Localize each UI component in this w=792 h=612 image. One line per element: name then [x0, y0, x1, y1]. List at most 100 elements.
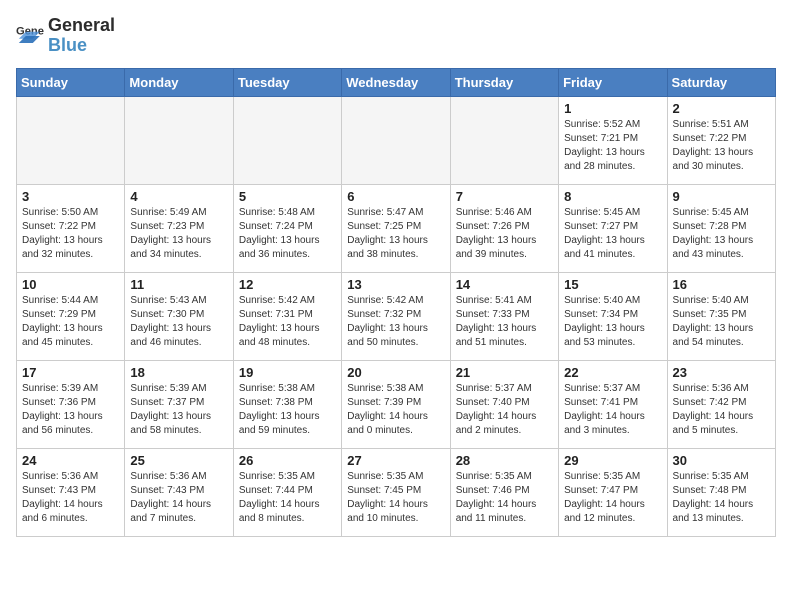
- calendar-cell: 24 Sunrise: 5:36 AMSunset: 7:43 PMDayligh…: [17, 448, 125, 536]
- day-number: 29: [564, 453, 661, 468]
- calendar-cell: 6 Sunrise: 5:47 AMSunset: 7:25 PMDaylight…: [342, 184, 450, 272]
- weekday-header-sunday: Sunday: [17, 68, 125, 96]
- calendar-cell: 22 Sunrise: 5:37 AMSunset: 7:41 PMDayligh…: [559, 360, 667, 448]
- calendar-cell: 7Sunrise: 5:46 AMSunset: 7:26 PMDaylight…: [450, 184, 558, 272]
- calendar-cell: 5 Sunrise: 5:48 AMSunset: 7:24 PMDaylight…: [233, 184, 341, 272]
- day-number: 3: [22, 189, 119, 204]
- day-info: Sunrise: 5:39 AMSunset: 7:37 PMDaylight:…: [130, 382, 227, 438]
- day-info: Sunrise: 5:48 AMSunset: 7:24 PMDaylight:…: [239, 206, 336, 262]
- calendar-cell: 14 Sunrise: 5:41 AMSunset: 7:33 PMDayligh…: [450, 272, 558, 360]
- calendar-cell: 17Sunrise: 5:39 AMSunset: 7:36 PMDayligh…: [17, 360, 125, 448]
- calendar-cell: [450, 96, 558, 184]
- calendar-cell: [17, 96, 125, 184]
- day-number: 15: [564, 277, 661, 292]
- day-info: Sunrise: 5:42 AMSunset: 7:32 PMDaylight:…: [347, 294, 444, 350]
- calendar-cell: 1 Sunrise: 5:52 AMSunset: 7:21 PMDaylight…: [559, 96, 667, 184]
- week-row-2: 3Sunrise: 5:50 AMSunset: 7:22 PMDaylight…: [17, 184, 776, 272]
- day-info: Sunrise: 5:51 AMSunset: 7:22 PMDaylight:…: [673, 118, 770, 174]
- logo-icon: General: [16, 22, 44, 50]
- calendar-cell: 16 Sunrise: 5:40 AMSunset: 7:35 PMDayligh…: [667, 272, 775, 360]
- calendar-cell: [233, 96, 341, 184]
- day-number: 5: [239, 189, 336, 204]
- day-info: Sunrise: 5:46 AMSunset: 7:26 PMDaylight:…: [456, 206, 553, 262]
- calendar-cell: 30 Sunrise: 5:35 AMSunset: 7:48 PMDayligh…: [667, 448, 775, 536]
- day-number: 22: [564, 365, 661, 380]
- calendar-cell: [342, 96, 450, 184]
- day-info: Sunrise: 5:36 AMSunset: 7:42 PMDaylight:…: [673, 382, 770, 438]
- day-number: 6: [347, 189, 444, 204]
- calendar-cell: 23Sunrise: 5:36 AMSunset: 7:42 PMDayligh…: [667, 360, 775, 448]
- week-row-1: 1 Sunrise: 5:52 AMSunset: 7:21 PMDaylight…: [17, 96, 776, 184]
- day-info: Sunrise: 5:47 AMSunset: 7:25 PMDaylight:…: [347, 206, 444, 262]
- day-number: 24: [22, 453, 119, 468]
- calendar-cell: 18 Sunrise: 5:39 AMSunset: 7:37 PMDayligh…: [125, 360, 233, 448]
- day-info: Sunrise: 5:40 AMSunset: 7:34 PMDaylight:…: [564, 294, 661, 350]
- weekday-header-thursday: Thursday: [450, 68, 558, 96]
- day-number: 21: [456, 365, 553, 380]
- week-row-5: 24 Sunrise: 5:36 AMSunset: 7:43 PMDayligh…: [17, 448, 776, 536]
- calendar-cell: 27 Sunrise: 5:35 AMSunset: 7:45 PMDayligh…: [342, 448, 450, 536]
- day-number: 4: [130, 189, 227, 204]
- day-info: Sunrise: 5:35 AMSunset: 7:44 PMDaylight:…: [239, 470, 336, 526]
- day-number: 25: [130, 453, 227, 468]
- logo-text: GeneralBlue: [48, 16, 115, 56]
- day-info: Sunrise: 5:36 AMSunset: 7:43 PMDaylight:…: [22, 470, 119, 526]
- calendar-cell: 4 Sunrise: 5:49 AMSunset: 7:23 PMDaylight…: [125, 184, 233, 272]
- calendar-cell: 3Sunrise: 5:50 AMSunset: 7:22 PMDaylight…: [17, 184, 125, 272]
- day-info: Sunrise: 5:35 AMSunset: 7:45 PMDaylight:…: [347, 470, 444, 526]
- weekday-header-row: SundayMondayTuesdayWednesdayThursdayFrid…: [17, 68, 776, 96]
- day-info: Sunrise: 5:40 AMSunset: 7:35 PMDaylight:…: [673, 294, 770, 350]
- calendar-cell: 9Sunrise: 5:45 AMSunset: 7:28 PMDaylight…: [667, 184, 775, 272]
- day-number: 13: [347, 277, 444, 292]
- week-row-4: 17Sunrise: 5:39 AMSunset: 7:36 PMDayligh…: [17, 360, 776, 448]
- day-info: Sunrise: 5:44 AMSunset: 7:29 PMDaylight:…: [22, 294, 119, 350]
- calendar-cell: 26 Sunrise: 5:35 AMSunset: 7:44 PMDayligh…: [233, 448, 341, 536]
- day-number: 1: [564, 101, 661, 116]
- calendar-table: SundayMondayTuesdayWednesdayThursdayFrid…: [16, 68, 776, 537]
- calendar-cell: 19 Sunrise: 5:38 AMSunset: 7:38 PMDayligh…: [233, 360, 341, 448]
- day-info: Sunrise: 5:41 AMSunset: 7:33 PMDaylight:…: [456, 294, 553, 350]
- day-info: Sunrise: 5:35 AMSunset: 7:46 PMDaylight:…: [456, 470, 553, 526]
- day-info: Sunrise: 5:45 AMSunset: 7:27 PMDaylight:…: [564, 206, 661, 262]
- day-number: 30: [673, 453, 770, 468]
- logo: General GeneralBlue: [16, 16, 115, 56]
- day-info: Sunrise: 5:43 AMSunset: 7:30 PMDaylight:…: [130, 294, 227, 350]
- day-number: 27: [347, 453, 444, 468]
- day-info: Sunrise: 5:37 AMSunset: 7:41 PMDaylight:…: [564, 382, 661, 438]
- day-number: 10: [22, 277, 119, 292]
- weekday-header-friday: Friday: [559, 68, 667, 96]
- day-number: 26: [239, 453, 336, 468]
- calendar-cell: 8 Sunrise: 5:45 AMSunset: 7:27 PMDaylight…: [559, 184, 667, 272]
- day-info: Sunrise: 5:52 AMSunset: 7:21 PMDaylight:…: [564, 118, 661, 174]
- day-info: Sunrise: 5:42 AMSunset: 7:31 PMDaylight:…: [239, 294, 336, 350]
- calendar-cell: 21 Sunrise: 5:37 AMSunset: 7:40 PMDayligh…: [450, 360, 558, 448]
- day-info: Sunrise: 5:38 AMSunset: 7:38 PMDaylight:…: [239, 382, 336, 438]
- day-info: Sunrise: 5:35 AMSunset: 7:48 PMDaylight:…: [673, 470, 770, 526]
- day-number: 20: [347, 365, 444, 380]
- day-number: 8: [564, 189, 661, 204]
- day-number: 18: [130, 365, 227, 380]
- day-number: 9: [673, 189, 770, 204]
- page-header: General GeneralBlue: [16, 16, 776, 56]
- weekday-header-tuesday: Tuesday: [233, 68, 341, 96]
- day-info: Sunrise: 5:37 AMSunset: 7:40 PMDaylight:…: [456, 382, 553, 438]
- day-number: 16: [673, 277, 770, 292]
- day-number: 11: [130, 277, 227, 292]
- day-number: 19: [239, 365, 336, 380]
- calendar-cell: 12Sunrise: 5:42 AMSunset: 7:31 PMDayligh…: [233, 272, 341, 360]
- week-row-3: 10 Sunrise: 5:44 AMSunset: 7:29 PMDayligh…: [17, 272, 776, 360]
- calendar-cell: 28Sunrise: 5:35 AMSunset: 7:46 PMDayligh…: [450, 448, 558, 536]
- day-number: 14: [456, 277, 553, 292]
- day-info: Sunrise: 5:35 AMSunset: 7:47 PMDaylight:…: [564, 470, 661, 526]
- day-number: 2: [673, 101, 770, 116]
- calendar-cell: 11 Sunrise: 5:43 AMSunset: 7:30 PMDayligh…: [125, 272, 233, 360]
- day-info: Sunrise: 5:49 AMSunset: 7:23 PMDaylight:…: [130, 206, 227, 262]
- calendar-cell: [125, 96, 233, 184]
- calendar-cell: 20Sunrise: 5:38 AMSunset: 7:39 PMDayligh…: [342, 360, 450, 448]
- calendar-cell: 13 Sunrise: 5:42 AMSunset: 7:32 PMDayligh…: [342, 272, 450, 360]
- calendar-cell: 25 Sunrise: 5:36 AMSunset: 7:43 PMDayligh…: [125, 448, 233, 536]
- weekday-header-monday: Monday: [125, 68, 233, 96]
- day-number: 17: [22, 365, 119, 380]
- calendar-cell: 10 Sunrise: 5:44 AMSunset: 7:29 PMDayligh…: [17, 272, 125, 360]
- day-info: Sunrise: 5:36 AMSunset: 7:43 PMDaylight:…: [130, 470, 227, 526]
